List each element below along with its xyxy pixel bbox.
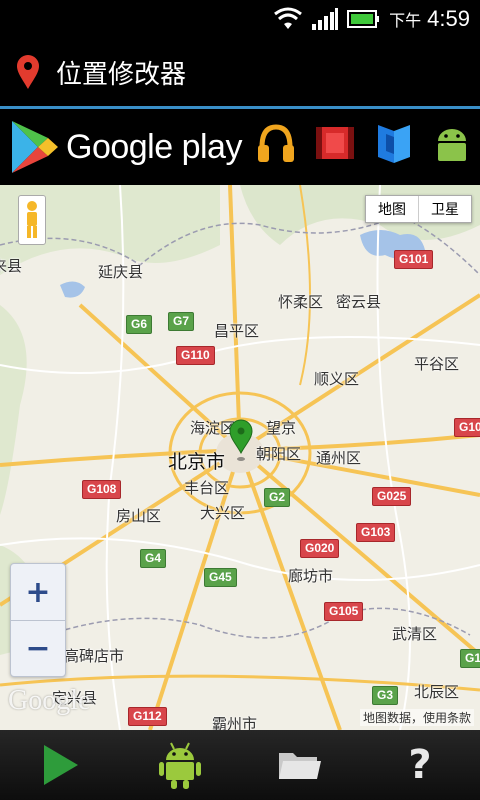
folder-icon [279, 753, 321, 779]
road-shield: G4 [140, 549, 167, 568]
status-clock: 下午 4:59 [389, 6, 470, 32]
place-label-huairou: 怀柔区 [278, 293, 324, 311]
map-type-map-button[interactable]: 地图 [366, 196, 418, 222]
place-label-beichen: 北辰区 [414, 683, 460, 701]
android-button[interactable] [120, 730, 240, 800]
place-label-miyun: 密云县 [336, 293, 382, 311]
status-bar: 下午 4:59 [0, 0, 480, 38]
map-type-satellite-button[interactable]: 卫星 [418, 196, 471, 222]
app-title-bar: 位置修改器 [0, 38, 480, 106]
android-icon [438, 129, 466, 161]
google-play-logo-icon [12, 121, 58, 173]
folder-button[interactable] [240, 730, 360, 800]
status-time: 4:59 [427, 6, 470, 31]
road-shield: G020 [300, 539, 340, 558]
street-view-pegman[interactable] [18, 195, 46, 245]
place-label-fangshan: 房山区 [116, 507, 162, 525]
location-marker-icon[interactable] [227, 419, 255, 463]
place-label-tongzhou: 通州区 [316, 449, 362, 467]
bottom-toolbar: ? [0, 730, 480, 800]
map-view[interactable]: 来县 延庆县 怀柔区 密云县 昌平区 顺义区 平谷区 海淀区 望京 北京市 朝阳… [0, 185, 480, 730]
place-label-yanqing: 延庆县 [98, 263, 144, 281]
play-button[interactable] [0, 730, 120, 800]
road-shield: G105 [324, 602, 364, 621]
google-play-ad-banner[interactable]: Google play [0, 109, 480, 185]
status-ampm: 下午 [389, 13, 422, 30]
zoom-in-button[interactable]: + [11, 564, 65, 620]
help-icon: ? [408, 742, 432, 788]
place-label-gaobeidian: 高碑店市 [64, 647, 125, 665]
battery-icon [347, 10, 380, 28]
wifi-icon [274, 7, 303, 29]
place-label-chaoyang: 朝阳区 [256, 445, 302, 463]
place-label-wuqing: 武清区 [392, 625, 438, 643]
help-button[interactable]: ? [360, 730, 480, 800]
road-shield: G7 [168, 312, 195, 331]
place-label-shunyi: 顺义区 [314, 370, 360, 388]
map-type-control: 地图 卫星 [365, 195, 472, 223]
google-logo: Google [8, 685, 91, 716]
place-label-changping: 昌平区 [214, 322, 260, 340]
place-label-pinggu: 平谷区 [414, 355, 460, 373]
place-label-laiyi: 来县 [0, 257, 23, 275]
road-shield: G110 [176, 346, 215, 365]
place-label-beijing: 北京市 [168, 451, 226, 473]
road-shield: G025 [372, 487, 412, 506]
road-shield: G1 [460, 649, 480, 668]
signal-icon [312, 8, 339, 30]
pegman-icon [27, 201, 37, 238]
road-shield: G10 [454, 418, 480, 437]
google-play-brand: Google play [66, 127, 242, 166]
android-icon [159, 742, 201, 789]
map-attribution-link[interactable]: 地图数据，使用条款 [359, 709, 474, 726]
zoom-control: + − [10, 563, 66, 677]
location-pin-icon [17, 55, 39, 89]
road-shield: G2 [264, 488, 291, 507]
place-label-bazhou: 霸州市 [212, 715, 258, 730]
headphones-icon [258, 124, 294, 162]
road-shield: G112 [128, 707, 167, 726]
app-title: 位置修改器 [56, 59, 187, 90]
road-shield: G101 [394, 250, 434, 269]
film-icon [316, 127, 354, 159]
road-shield: G45 [204, 568, 237, 587]
place-label-fengtai: 丰台区 [184, 479, 230, 497]
place-label-langfang: 廊坊市 [288, 567, 334, 585]
play-icon [44, 745, 78, 785]
place-label-daxing: 大兴区 [200, 504, 246, 522]
road-shield: G103 [356, 523, 396, 542]
place-label-wangjing: 望京 [266, 419, 297, 437]
zoom-out-button[interactable]: − [11, 620, 65, 676]
road-shield: G108 [82, 480, 122, 499]
road-shield: G6 [126, 315, 153, 334]
book-icon [378, 125, 410, 163]
road-shield: G3 [372, 686, 399, 705]
